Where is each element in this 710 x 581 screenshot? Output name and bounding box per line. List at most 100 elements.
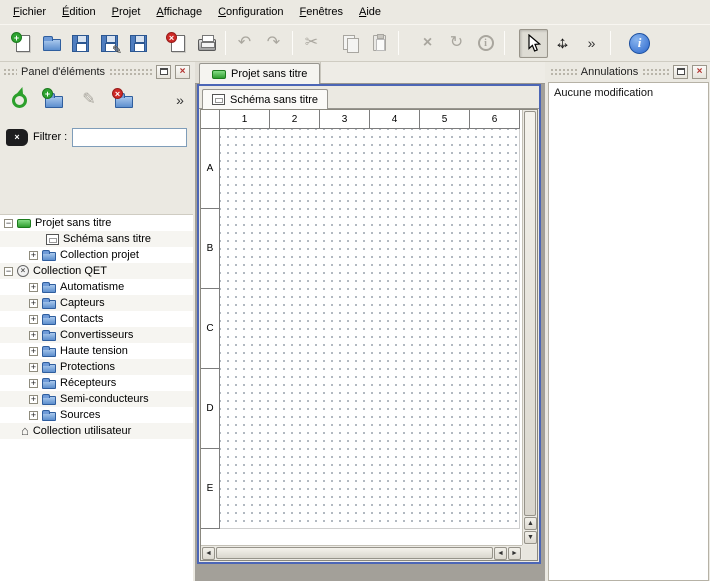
menu-edition[interactable]: Édition [54, 2, 104, 22]
scroll-right-button[interactable] [508, 547, 521, 560]
reload-collections-button[interactable] [4, 85, 34, 115]
vertical-scroll-thumb[interactable] [524, 111, 536, 516]
tree-item-automatisme[interactable]: Automatisme [0, 279, 193, 295]
undo-button[interactable] [230, 29, 259, 58]
expand-icon[interactable] [29, 315, 38, 324]
undo-history-list[interactable]: Aucune modification [548, 82, 709, 581]
filter-input[interactable] [72, 128, 187, 147]
edit-element-button[interactable] [74, 85, 104, 115]
dock-grip [550, 67, 577, 76]
expand-icon[interactable] [29, 363, 38, 372]
toolbar-extension-button[interactable] [577, 29, 606, 58]
folder-icon [42, 396, 56, 405]
menu-affichage[interactable]: Affichage [148, 2, 210, 22]
expand-icon[interactable] [29, 299, 38, 308]
float-panel-button[interactable] [156, 65, 171, 79]
project-tab[interactable]: Projet sans titre [199, 63, 320, 84]
schema-tab[interactable]: Schéma sans titre [202, 89, 328, 109]
tabbar-empty-area [320, 62, 545, 83]
tree-item-label: Schéma sans titre [63, 233, 151, 245]
elements-toolbar-extension-button[interactable] [171, 85, 189, 115]
tree-item-sources[interactable]: Sources [0, 407, 193, 423]
collapse-icon[interactable] [4, 267, 13, 276]
clear-filter-button[interactable] [6, 129, 28, 146]
tree-item-convertisseurs[interactable]: Convertisseurs [0, 327, 193, 343]
close-file-button[interactable] [163, 29, 192, 58]
expand-icon[interactable] [29, 283, 38, 292]
menu-fenetres[interactable]: Fenêtres [292, 2, 351, 22]
open-project-button[interactable] [37, 29, 66, 58]
expand-icon[interactable] [29, 251, 38, 260]
column-label: 4 [370, 110, 420, 129]
tree-item-haute-tension[interactable]: Haute tension [0, 343, 193, 359]
vertical-scrollbar[interactable] [522, 110, 537, 545]
tree-item-capteurs[interactable]: Capteurs [0, 295, 193, 311]
tree-item-collection-projet[interactable]: Collection projet [0, 247, 193, 263]
toolbar-separator [292, 31, 293, 55]
copy-button[interactable] [336, 29, 365, 58]
folder-icon [42, 412, 56, 421]
tree-item-label: Collection projet [60, 249, 139, 261]
collapse-icon[interactable] [4, 219, 13, 228]
delete-element-button[interactable] [109, 85, 139, 115]
tree-item-project[interactable]: Projet sans titre [0, 215, 193, 231]
redo-button[interactable] [259, 29, 288, 58]
menu-configuration[interactable]: Configuration [210, 2, 291, 22]
printer-icon [198, 39, 216, 51]
expand-icon[interactable] [29, 379, 38, 388]
rotate-button[interactable] [442, 29, 471, 58]
print-button[interactable] [192, 29, 221, 58]
save-all-button[interactable] [124, 29, 153, 58]
tree-item-schema[interactable]: Schéma sans titre [0, 231, 193, 247]
menu-aide[interactable]: Aide [351, 2, 389, 22]
expand-icon[interactable] [29, 347, 38, 356]
chevron-right-icon [588, 35, 596, 51]
tree-item-protections[interactable]: Protections [0, 359, 193, 375]
undo-panel-header[interactable]: Annulations [547, 62, 710, 81]
close-panel-button[interactable] [175, 65, 190, 79]
horizontal-scrollbar[interactable] [201, 545, 522, 560]
main-toolbar: + [0, 24, 710, 62]
element-info-button[interactable] [471, 29, 500, 58]
save-as-button[interactable] [95, 29, 124, 58]
scroll-up-button[interactable] [524, 517, 537, 530]
menu-projet[interactable]: Projet [104, 2, 149, 22]
pencil-badge-icon [112, 43, 122, 57]
close-panel-button[interactable] [692, 65, 707, 79]
expand-icon[interactable] [29, 331, 38, 340]
scrollbar-corner [522, 545, 537, 560]
scroll-down-button[interactable] [524, 531, 537, 544]
tree-item-label: Sources [60, 409, 100, 421]
diagram-canvas[interactable]: 1 2 3 4 5 6 A B C D E [201, 110, 522, 545]
elements-panel-header[interactable]: Panel d'éléments [0, 62, 193, 81]
horizontal-scroll-thumb[interactable] [216, 547, 493, 559]
cut-button[interactable] [297, 29, 326, 58]
tree-item-label: Protections [60, 361, 115, 373]
save-button[interactable] [66, 29, 95, 58]
tree-item-collection-utilisateur[interactable]: Collection utilisateur [0, 423, 193, 439]
tree-item-collection-qet[interactable]: Collection QET [0, 263, 193, 279]
tree-item-label: Contacts [60, 313, 103, 325]
new-project-button[interactable]: + [8, 29, 37, 58]
about-info-icon [629, 33, 650, 54]
expand-icon[interactable] [29, 411, 38, 420]
schematic-grid-paper[interactable] [220, 129, 520, 529]
expand-icon[interactable] [29, 395, 38, 404]
menu-fichier[interactable]: Fichier [5, 2, 54, 22]
tree-item-contacts[interactable]: Contacts [0, 311, 193, 327]
folder-icon [42, 364, 56, 373]
tree-item-semi-conducteurs[interactable]: Semi-conducteurs [0, 391, 193, 407]
paste-button[interactable] [365, 29, 394, 58]
float-panel-button[interactable] [673, 65, 688, 79]
about-button[interactable] [625, 29, 654, 58]
reload-icon [12, 93, 27, 108]
new-element-button[interactable]: + [39, 85, 69, 115]
move-mode-button[interactable] [548, 29, 577, 58]
scroll-left-button[interactable] [202, 547, 215, 560]
tree-item-recepteurs[interactable]: Récepteurs [0, 375, 193, 391]
close-badge-icon [166, 32, 177, 43]
column-label: 2 [270, 110, 320, 129]
select-mode-button[interactable] [519, 29, 548, 58]
scroll-left-button[interactable] [494, 547, 507, 560]
delete-button[interactable] [413, 29, 442, 58]
